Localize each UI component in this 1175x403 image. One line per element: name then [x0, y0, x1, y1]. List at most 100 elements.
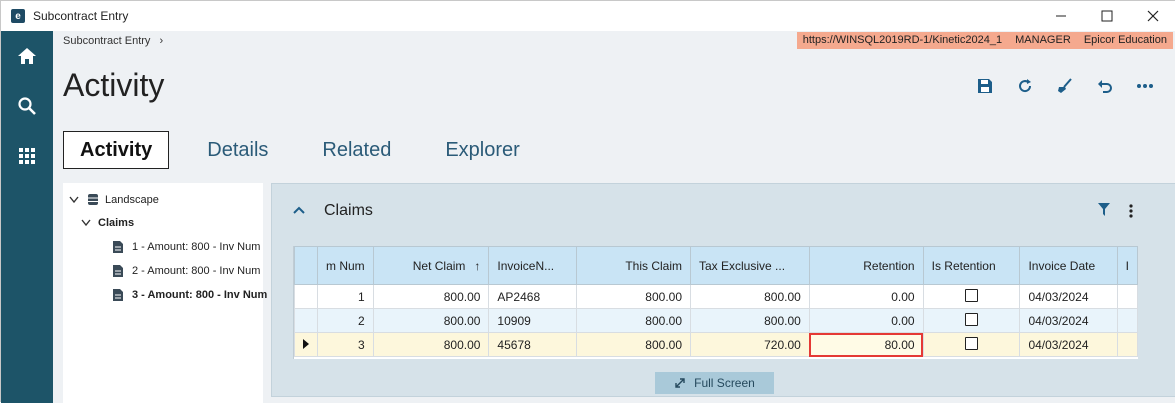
search-icon: [18, 97, 36, 115]
tree-item-label: 3 - Amount: 800 - Inv Num: [132, 289, 268, 301]
cell-tax-exclusive[interactable]: 800.00: [690, 308, 810, 333]
cell-invoice-num[interactable]: 10909: [488, 308, 578, 333]
more-options-button[interactable]: [1136, 77, 1154, 95]
table-row[interactable]: 1 800.00 AP2468 800.00 800.00 0.00 04/03…: [294, 284, 1138, 309]
cell-net-claim[interactable]: 800.00: [372, 332, 490, 357]
undo-button[interactable]: [1096, 77, 1114, 95]
cell-retention-editing[interactable]: 80.00: [808, 332, 924, 357]
cell-invoice-date[interactable]: 04/03/2024: [1019, 284, 1118, 309]
table-row[interactable]: 2 800.00 10909 800.00 800.00 0.00 04/03/…: [294, 308, 1138, 333]
page-title: Activity: [63, 67, 165, 103]
document-icon: [113, 241, 123, 253]
clear-button[interactable]: [1056, 77, 1074, 95]
row-selector-active[interactable]: [294, 332, 318, 357]
landscape-tree: Landscape Claims 1 - Amount: 800 - Inv N…: [63, 183, 267, 403]
app-window: e Subcontract Entry Subcontract Entry › …: [0, 0, 1175, 403]
cell-num[interactable]: 3: [317, 332, 374, 357]
cell-tax-exclusive[interactable]: 800.00: [690, 284, 810, 309]
chevron-down-icon: [81, 219, 91, 227]
breadcrumb[interactable]: Subcontract Entry ›: [63, 35, 163, 47]
tab-related[interactable]: Related: [306, 131, 407, 169]
chevron-up-icon[interactable]: [293, 206, 305, 214]
table-row-selected[interactable]: 3 800.00 45678 800.00 720.00 80.00 04/03…: [294, 332, 1138, 357]
sort-ascending-icon: ↑: [474, 258, 481, 273]
tab-details[interactable]: Details: [191, 131, 284, 169]
cell-is-retention[interactable]: [922, 284, 1021, 309]
undo-icon: [1098, 80, 1112, 93]
column-header-num[interactable]: m Num: [317, 246, 374, 285]
chevron-down-icon: [69, 196, 79, 203]
cell-num[interactable]: 2: [317, 308, 374, 333]
tree-item-claim-2[interactable]: 2 - Amount: 800 - Inv Num: [113, 265, 260, 277]
column-header-net-claim[interactable]: Net Claim ↑: [372, 246, 490, 285]
cell-retention[interactable]: 0.00: [808, 284, 924, 309]
save-button[interactable]: [976, 77, 994, 95]
maximize-button[interactable]: [1084, 1, 1130, 31]
maximize-icon: [1101, 10, 1113, 22]
column-header-retention[interactable]: Retention: [808, 246, 924, 285]
minimize-button[interactable]: [1038, 1, 1084, 31]
refresh-button[interactable]: [1016, 77, 1034, 95]
tab-bar: Activity Details Related Explorer: [63, 131, 558, 169]
breadcrumb-separator: ›: [159, 35, 164, 47]
save-icon: [978, 79, 992, 93]
home-button[interactable]: [1, 31, 53, 81]
filter-icon[interactable]: [1098, 203, 1110, 216]
cell-num[interactable]: 1: [317, 284, 374, 309]
minimize-icon: [1056, 15, 1066, 17]
claims-panel-title: Claims: [324, 202, 373, 219]
connection-banner: https://WINSQL2019RD-1/Kinetic2024_1 MAN…: [796, 32, 1173, 49]
cell-this-claim[interactable]: 800.00: [576, 284, 691, 309]
breadcrumb-item[interactable]: Subcontract Entry: [63, 35, 150, 47]
cell-invoice-date[interactable]: 04/03/2024: [1019, 332, 1118, 357]
connection-company: Epicor Education: [1083, 34, 1167, 46]
column-header-more[interactable]: I: [1116, 246, 1138, 285]
row-selector[interactable]: [294, 284, 318, 309]
tab-activity[interactable]: Activity: [63, 131, 170, 169]
is-retention-checkbox[interactable]: [965, 312, 979, 326]
database-icon: [88, 194, 98, 205]
cell-invoice-date[interactable]: 04/03/2024: [1019, 308, 1118, 333]
is-retention-checkbox[interactable]: [965, 288, 979, 302]
cell-is-retention[interactable]: [922, 308, 1021, 333]
cell-is-retention[interactable]: [922, 332, 1021, 357]
cell-net-claim[interactable]: 800.00: [372, 308, 490, 333]
connection-url: https://WINSQL2019RD-1/Kinetic2024_1: [802, 34, 1003, 46]
home-icon: [18, 48, 36, 64]
full-screen-button[interactable]: Full Screen: [655, 372, 774, 394]
more-vertical-icon[interactable]: [1129, 204, 1133, 218]
broom-icon: [1058, 78, 1072, 93]
grid-header-row: m Num Net Claim ↑ InvoiceN... This Claim …: [294, 246, 1138, 285]
close-icon: [1147, 10, 1159, 22]
column-header-is-retention[interactable]: Is Retention: [922, 246, 1021, 285]
claims-grid: m Num Net Claim ↑ InvoiceN... This Claim …: [293, 246, 1138, 359]
cell-tax-exclusive[interactable]: 720.00: [690, 332, 810, 357]
cell-this-claim[interactable]: 800.00: [576, 308, 691, 333]
column-header-tax-exclusive[interactable]: Tax Exclusive ...: [690, 246, 810, 285]
is-retention-checkbox[interactable]: [965, 336, 979, 350]
window-title: Subcontract Entry: [33, 9, 129, 23]
cell-net-claim[interactable]: 800.00: [372, 284, 490, 309]
document-icon: [113, 265, 123, 277]
tree-item-claim-1[interactable]: 1 - Amount: 800 - Inv Num: [113, 241, 260, 253]
tree-item-claim-3[interactable]: 3 - Amount: 800 - Inv Num: [113, 289, 267, 301]
tree-node-landscape[interactable]: Landscape: [69, 193, 159, 206]
cell-retention[interactable]: 0.00: [808, 308, 924, 333]
close-button[interactable]: [1130, 1, 1175, 31]
cell-this-claim[interactable]: 800.00: [576, 332, 691, 357]
tree-node-claims[interactable]: Claims: [81, 217, 134, 229]
search-button[interactable]: [1, 81, 53, 131]
main-area: Subcontract Entry › https://WINSQL2019RD…: [53, 31, 1175, 403]
cell-invoice-num[interactable]: AP2468: [488, 284, 578, 309]
refresh-icon: [1019, 79, 1032, 93]
row-selector[interactable]: [294, 308, 318, 333]
apps-button[interactable]: [1, 131, 53, 181]
cell-invoice-num[interactable]: 45678: [488, 332, 578, 357]
tab-explorer[interactable]: Explorer: [429, 131, 535, 169]
column-header-this-claim[interactable]: This Claim: [576, 246, 691, 285]
column-header-invoice-date[interactable]: Invoice Date: [1019, 246, 1118, 285]
column-header-invoice-num[interactable]: InvoiceN...: [488, 246, 578, 285]
full-screen-label: Full Screen: [694, 376, 755, 390]
more-horizontal-icon: [1137, 84, 1153, 88]
cell-overflow: [1116, 284, 1138, 309]
